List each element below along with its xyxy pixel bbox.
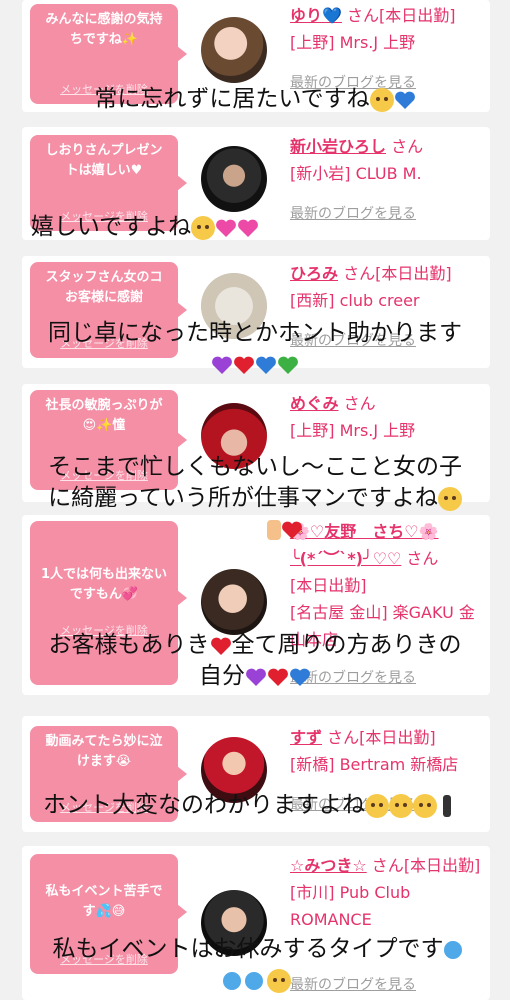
status-label: [本日出勤]	[290, 576, 367, 595]
blue-heart-icon	[394, 91, 415, 109]
cast-info: めぐみ さん [上野] Mrs.J 上野	[290, 390, 486, 444]
overlay-text: 全て周りの方ありきの	[231, 632, 462, 658]
san-label: さん	[347, 6, 380, 25]
sweat-droplets-icon	[245, 971, 263, 990]
shop-label: [新小岩] CLUB M.	[290, 164, 422, 183]
overlay-text: 私もイベントはお休みするタイプです	[52, 936, 444, 962]
avatar[interactable]	[201, 569, 267, 635]
red-heart-icon	[282, 521, 302, 539]
overlay-caption: 同じ卓になった時とかホント助かります	[0, 318, 510, 380]
message-text: スタッフさん女のコお客様に感謝	[45, 270, 163, 305]
relieved-face-icon	[191, 215, 216, 240]
overlay-caption: 私もイベントはお休みするタイプです	[2, 934, 510, 996]
cast-info: ゆり💙 さん[本日出勤] [上野] Mrs.J 上野	[290, 2, 486, 56]
san-label: さん	[391, 137, 424, 156]
shop-label: [上野] Mrs.J 上野	[290, 421, 416, 440]
sparkling-heart-icon	[216, 219, 237, 237]
cast-name-link[interactable]: ☆みつき☆	[290, 856, 367, 875]
overlay-caption: そこまで忙しくもないし〜ここと女の子 に綺麗っていう所が仕事マンですよね	[0, 452, 510, 545]
shop-label: [西新] club creer	[290, 291, 420, 310]
status-label: [本日出勤]	[359, 728, 436, 747]
san-label: さん	[371, 856, 404, 875]
green-heart-icon	[278, 356, 298, 374]
red-heart-icon	[234, 356, 254, 374]
message-text: 私もイベント苦手です💦😅	[45, 884, 163, 919]
overlay-text: 常に忘れずに居たいですね	[94, 86, 370, 112]
message-text: 1人では何も出来ないですもん💞	[40, 567, 168, 602]
sparkling-heart-icon	[238, 219, 259, 237]
overlay-text: 同じ卓になった時とかホント助かります	[48, 320, 462, 346]
san-label: さん	[327, 728, 360, 747]
overlay-caption: 嬉しいですよね	[0, 212, 400, 243]
overlay-text: に綺麗っていう所が仕事マンですよね	[48, 485, 438, 511]
cast-name-link[interactable]: すず	[290, 728, 322, 747]
san-label: さん	[343, 264, 376, 283]
pleading-face-icon	[413, 793, 437, 818]
grinning-sweat-face-icon	[267, 968, 291, 993]
cast-name-link[interactable]: ゆり💙	[290, 6, 342, 25]
overlay-text: お客様もありき	[48, 632, 210, 658]
message-text: みんなに感謝の気持ちですね✨	[45, 12, 163, 47]
shop-label: [市川] Pub Club ROMANCE	[290, 883, 411, 929]
avatar[interactable]	[201, 146, 267, 212]
blue-heart-icon	[290, 668, 310, 686]
avatar[interactable]	[201, 17, 267, 83]
message-text: 社長の敏腕っぷりが😍✨憧	[45, 398, 163, 433]
cast-info: ☆みつき☆ さん[本日出勤] [市川] Pub Club ROMANCE	[290, 852, 486, 933]
cast-name-link[interactable]: めぐみ	[290, 394, 338, 413]
shop-label: [上野] Mrs.J 上野	[290, 33, 416, 52]
cast-name-link[interactable]: ひろみ	[290, 264, 338, 283]
status-label: [本日出勤]	[375, 264, 452, 283]
cast-info: 新小岩ひろし さん [新小岩] CLUB M.	[290, 133, 486, 187]
heart-eyes-face-icon	[437, 486, 462, 511]
sweat-droplets-icon	[443, 940, 462, 959]
sweat-droplets-icon	[223, 971, 241, 990]
overlay-text: 嬉しいですよね	[30, 214, 192, 240]
san-label: さん	[343, 394, 376, 413]
overlay-text: 自分	[199, 663, 245, 689]
purple-heart-icon	[246, 668, 266, 686]
purple-heart-icon	[212, 356, 232, 374]
pleading-face-icon	[365, 793, 389, 818]
shop-label: [新橋] Bertram 新橋店	[290, 755, 459, 774]
red-heart-icon	[210, 637, 231, 655]
cast-info: ひろみ さん[本日出勤] [西新] club creer	[290, 260, 486, 314]
overlay-text: ホント大変なのわかりますよね	[43, 792, 365, 818]
cast-name-link[interactable]: 新小岩ひろし	[290, 137, 386, 156]
status-label: [本日出勤]	[379, 6, 456, 25]
overlay-caption: お客様もありき 全て周りの方ありきの 自分	[0, 630, 510, 692]
blue-heart-icon	[256, 356, 276, 374]
overlay-text: そこまで忙しくもないし〜ここと女の子	[48, 454, 462, 480]
red-heart-icon	[268, 668, 288, 686]
message-text: 動画みてたら妙に泣けます😭	[45, 734, 163, 769]
cast-name-link-line2[interactable]: ╰(*´︶`*)╯♡♡	[290, 549, 401, 568]
overlay-caption: 常に忘れずに居たいですね	[0, 84, 510, 115]
message-text: しおりさんプレゼントは嬉しい♥	[45, 143, 163, 178]
pleading-face-icon	[389, 793, 413, 818]
relieved-face-icon	[369, 87, 394, 112]
cast-info: すず さん[本日出勤] [新橋] Bertram 新橋店	[290, 724, 486, 778]
status-label: [本日出勤]	[403, 856, 481, 875]
person-in-suit-icon	[443, 794, 451, 817]
crossed-fingers-icon	[267, 519, 281, 540]
overlay-caption: ホント大変なのわかりますよね	[0, 790, 502, 821]
san-label: さん	[406, 549, 439, 568]
